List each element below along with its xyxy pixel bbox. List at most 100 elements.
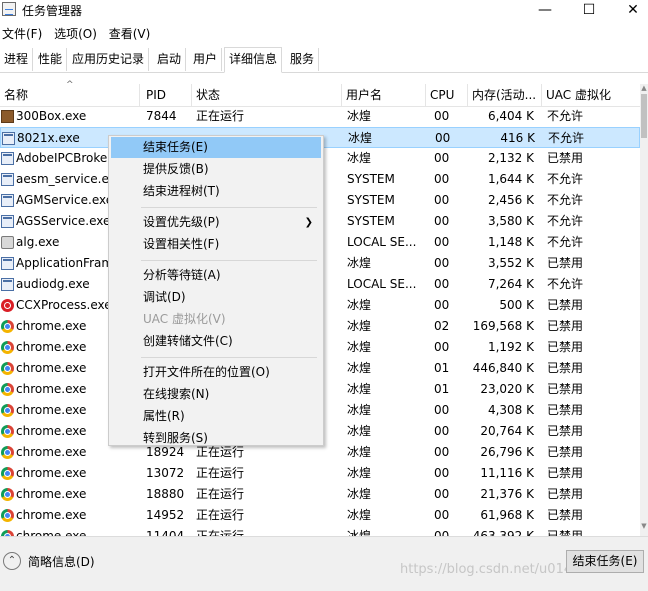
minimize-icon[interactable]: — bbox=[522, 0, 568, 20]
scrollbar-thumb[interactable] bbox=[641, 94, 647, 138]
window-title: 任务管理器 bbox=[22, 4, 83, 18]
chrome-icon bbox=[1, 320, 14, 333]
process-cpu: 00 bbox=[435, 131, 451, 145]
fewer-details-link[interactable]: 简略信息(D) bbox=[28, 553, 95, 570]
process-status: 正在运行 bbox=[196, 487, 245, 501]
menu-view[interactable]: 查看(V) bbox=[107, 24, 157, 44]
process-pid: 13072 bbox=[146, 466, 185, 480]
context-menu-item[interactable]: 设置相关性(F) bbox=[111, 234, 321, 255]
tab-app-history[interactable]: 应用历史记录 bbox=[68, 48, 150, 71]
process-uac: 不允许 bbox=[547, 214, 584, 228]
process-user: 冰煌 bbox=[347, 529, 372, 536]
process-memory: 2,132 K bbox=[487, 151, 534, 165]
process-memory: 6,404 K bbox=[487, 109, 534, 123]
context-menu-item[interactable]: 打开文件所在的位置(O) bbox=[111, 362, 321, 383]
context-menu-item[interactable]: 创建转储文件(C) bbox=[111, 331, 321, 352]
context-menu-item[interactable]: 分析等待链(A) bbox=[111, 265, 321, 286]
process-name: chrome.exe bbox=[16, 529, 87, 536]
context-menu-label: 结束进程树(T) bbox=[143, 184, 220, 198]
tab-services[interactable]: 服务 bbox=[286, 48, 320, 71]
column-status[interactable]: 状态 bbox=[192, 84, 342, 106]
tab-startup[interactable]: 启动 bbox=[153, 48, 187, 71]
process-uac: 不允许 bbox=[547, 193, 584, 207]
process-cpu: 00 bbox=[434, 487, 450, 501]
process-memory: 11,116 K bbox=[480, 466, 534, 480]
process-cpu: 00 bbox=[434, 445, 450, 459]
process-memory: 23,020 K bbox=[480, 382, 534, 396]
process-user: 冰煌 bbox=[347, 466, 372, 480]
context-menu-label: 打开文件所在的位置(O) bbox=[143, 365, 270, 379]
close-icon[interactable]: ✕ bbox=[610, 0, 648, 20]
title-bar[interactable]: 任务管理器 — ☐ ✕ bbox=[0, 0, 648, 20]
scroll-down-icon[interactable]: ▼ bbox=[640, 522, 648, 532]
process-memory: 1,148 K bbox=[487, 235, 534, 249]
column-cpu[interactable]: CPU bbox=[426, 84, 468, 106]
column-name[interactable]: 名称 bbox=[0, 84, 140, 106]
process-uac: 已禁用 bbox=[547, 382, 584, 396]
menu-file[interactable]: 文件(F) bbox=[0, 24, 48, 44]
process-memory: 446,840 K bbox=[472, 361, 534, 375]
table-row[interactable]: chrome.exe 14952 正在运行 冰煌 00 61,968 K 已禁用 bbox=[0, 505, 640, 526]
context-menu-item[interactable]: 提供反馈(B) bbox=[111, 159, 321, 180]
chevron-up-icon[interactable]: ⌃ bbox=[3, 552, 21, 570]
process-memory: 26,796 K bbox=[480, 445, 534, 459]
menu-bar: 文件(F) 选项(O) 查看(V) bbox=[0, 24, 156, 44]
table-row[interactable]: 300Box.exe 7844 正在运行 冰煌 00 6,404 K 不允许 bbox=[0, 106, 640, 127]
cc-icon bbox=[1, 299, 14, 312]
context-menu-label: 调试(D) bbox=[143, 290, 186, 304]
context-menu-item[interactable]: 在线搜索(N) bbox=[111, 384, 321, 405]
table-row[interactable]: chrome.exe 18880 正在运行 冰煌 00 21,376 K 已禁用 bbox=[0, 484, 640, 505]
process-user: LOCAL SE... bbox=[347, 277, 417, 291]
vertical-scrollbar[interactable] bbox=[640, 84, 648, 536]
process-user: 冰煌 bbox=[347, 361, 372, 375]
process-cpu: 00 bbox=[434, 214, 450, 228]
process-pid: 18880 bbox=[146, 487, 185, 501]
scroll-up-icon[interactable]: ▲ bbox=[640, 84, 648, 94]
process-user: 冰煌 bbox=[347, 445, 372, 459]
context-menu-item[interactable]: 调试(D) bbox=[111, 287, 321, 308]
process-uac: 已禁用 bbox=[547, 445, 584, 459]
tab-users[interactable]: 用户 bbox=[189, 48, 223, 71]
process-cpu: 02 bbox=[434, 319, 450, 333]
app-icon bbox=[2, 132, 15, 145]
process-pid: 14952 bbox=[146, 508, 185, 522]
context-menu-label: 属性(R) bbox=[143, 409, 185, 423]
tab-processes[interactable]: 进程 bbox=[0, 48, 34, 71]
task-manager-icon bbox=[2, 2, 16, 16]
context-menu-label: 创建转储文件(C) bbox=[143, 334, 233, 348]
end-task-button[interactable]: 结束任务(E) bbox=[566, 550, 644, 573]
context-menu-item[interactable]: 转到服务(S) bbox=[111, 428, 321, 449]
context-menu-item[interactable]: 结束任务(E) bbox=[111, 137, 321, 158]
context-menu: 结束任务(E) 提供反馈(B) 结束进程树(T) 设置优先级(P) ❯ 设置相关性(F) 分… bbox=[108, 135, 324, 446]
app-icon bbox=[1, 173, 14, 186]
context-menu-item[interactable]: 属性(R) bbox=[111, 406, 321, 427]
process-user: 冰煌 bbox=[347, 424, 372, 438]
chevron-right-icon: ❯ bbox=[304, 217, 313, 228]
table-row[interactable]: chrome.exe 13072 正在运行 冰煌 00 11,116 K 已禁用 bbox=[0, 463, 640, 484]
process-uac: 已禁用 bbox=[547, 529, 584, 536]
context-menu-label: 分析等待链(A) bbox=[143, 268, 221, 282]
column-pid[interactable]: PID bbox=[142, 84, 192, 106]
context-menu-label: 转到服务(S) bbox=[143, 431, 208, 445]
process-user: 冰煌 bbox=[347, 256, 372, 270]
table-row[interactable]: chrome.exe 11404 正在运行 冰煌 00 463,392 K 已禁用 bbox=[0, 526, 640, 536]
process-status: 正在运行 bbox=[196, 508, 245, 522]
chrome-icon bbox=[1, 446, 14, 459]
process-memory: 3,580 K bbox=[487, 214, 534, 228]
maximize-icon[interactable]: ☐ bbox=[566, 0, 612, 20]
process-uac: 已禁用 bbox=[547, 508, 584, 522]
column-username[interactable]: 用户名 bbox=[342, 84, 426, 106]
column-uac[interactable]: UAC 虚拟化 bbox=[542, 84, 640, 106]
tab-details[interactable]: 详细信息 bbox=[224, 47, 283, 73]
tab-performance[interactable]: 性能 bbox=[34, 48, 68, 71]
process-pid: 7844 bbox=[146, 109, 177, 123]
process-uac: 已禁用 bbox=[547, 340, 584, 354]
process-user: 冰煌 bbox=[348, 131, 373, 145]
context-menu-item[interactable]: 设置优先级(P) ❯ bbox=[111, 212, 321, 233]
context-menu-item[interactable]: 结束进程树(T) bbox=[111, 181, 321, 202]
process-user: 冰煌 bbox=[347, 340, 372, 354]
menu-options[interactable]: 选项(O) bbox=[52, 24, 103, 44]
column-header: 名称 PID 状态 用户名 CPU 内存(活动... UAC 虚拟化 bbox=[0, 84, 640, 107]
process-uac: 已禁用 bbox=[547, 424, 584, 438]
column-memory[interactable]: 内存(活动... bbox=[468, 84, 542, 106]
